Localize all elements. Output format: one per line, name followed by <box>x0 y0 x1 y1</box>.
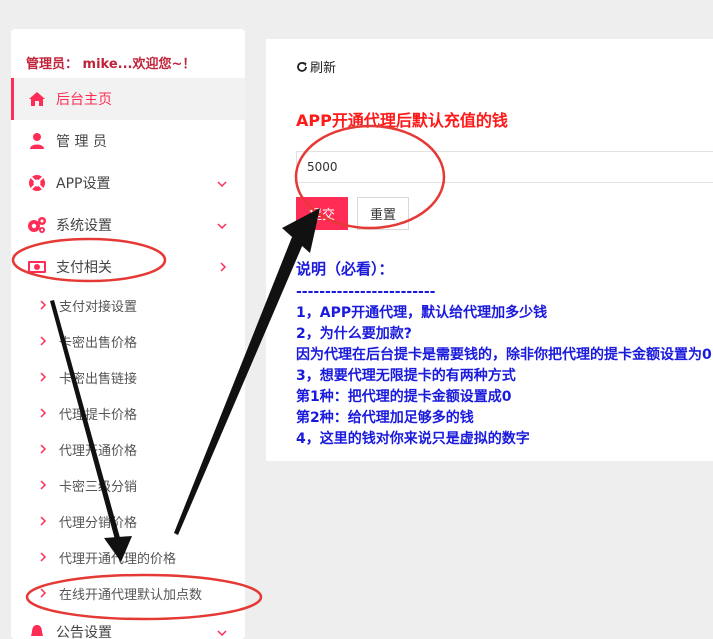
money-icon <box>27 257 47 277</box>
main-panel: 刷新 APP开通代理后默认充值的钱 提交 重置 说明（必看）： --------… <box>266 39 713 461</box>
chevron-right-icon <box>219 260 227 276</box>
sub-item-label: 卡密出售价格 <box>59 335 138 351</box>
sub-item-label: 支付对接设置 <box>59 299 138 315</box>
notes-line: 4，这里的钱对你来说只是虚拟的数字 <box>296 431 530 447</box>
sub-item-agent-open-agent-price[interactable]: 代理开通代理的价格 <box>11 539 245 575</box>
notes-line: 2，为什么要加款? <box>296 326 412 342</box>
lifebuoy-icon <box>27 173 47 193</box>
gears-icon <box>27 215 47 235</box>
chevron-right-icon <box>39 408 49 418</box>
amount-input[interactable] <box>296 151 713 183</box>
chevron-right-icon <box>39 480 49 490</box>
sub-item-payment-config[interactable]: 支付对接设置 <box>11 287 245 323</box>
notes-line: 1，APP开通代理，默认给代理加多少钱 <box>296 305 548 321</box>
sidebar-item-admin[interactable]: 管 理 员 <box>11 120 245 162</box>
sidebar-item-label: 支付相关 <box>56 260 112 276</box>
notes-divider: ------------------------ <box>296 284 436 300</box>
chevron-right-icon <box>39 336 49 346</box>
sub-item-card-price[interactable]: 卡密出售价格 <box>11 323 245 359</box>
sub-item-label: 卡密出售链接 <box>59 371 138 387</box>
sub-item-label: 卡密三级分销 <box>59 479 138 495</box>
sidebar-item-label: 系统设置 <box>56 218 112 234</box>
sidebar-item-label: 管 理 员 <box>56 134 107 150</box>
chevron-right-icon <box>39 516 49 526</box>
notes-line: 第1种：把代理的提卡金额设置成0 <box>296 389 512 405</box>
sub-item-agent-distribution-price[interactable]: 代理分销价格 <box>11 503 245 539</box>
chevron-right-icon <box>39 300 49 310</box>
sidebar-item-payment[interactable]: 支付相关 <box>11 246 245 288</box>
admin-greeting: 管理员： mike...欢迎您~！ <box>26 57 196 72</box>
sub-item-label: 代理开通代理的价格 <box>59 551 177 567</box>
sub-item-label: 代理开通价格 <box>59 443 138 459</box>
chevron-right-icon <box>39 444 49 454</box>
instructions: 说明（必看）： ------------------------ 1，APP开通… <box>296 259 713 450</box>
sub-item-label: 代理提卡价格 <box>59 407 138 423</box>
sub-item-agent-open-price[interactable]: 代理开通价格 <box>11 431 245 467</box>
field-title: APP开通代理后默认充值的钱 <box>296 111 508 130</box>
sidebar: 管理员： mike...欢迎您~！ 后台主页 管 理 员 APP设置 系统设置 <box>11 29 245 639</box>
sidebar-item-announcement[interactable]: 公告设置 <box>11 611 245 639</box>
chevron-right-icon <box>39 372 49 382</box>
refresh-icon <box>297 61 307 72</box>
sidebar-item-label: 后台主页 <box>56 92 112 108</box>
chevron-right-icon <box>39 552 49 562</box>
submit-button[interactable]: 提交 <box>296 197 348 230</box>
sidebar-item-label: APP设置 <box>56 176 111 192</box>
chevron-right-icon <box>39 588 49 598</box>
notes-heading: 说明（必看）： <box>296 260 394 278</box>
notes-line: 第2种：给代理加足够多的钱 <box>296 410 474 426</box>
sidebar-item-system-settings[interactable]: 系统设置 <box>11 204 245 246</box>
refresh-label: 刷新 <box>310 61 337 76</box>
refresh-button[interactable]: 刷新 <box>296 57 336 76</box>
chevron-down-icon <box>217 176 227 192</box>
sub-item-agent-withdraw-price[interactable]: 代理提卡价格 <box>11 395 245 431</box>
sub-item-label: 在线开通代理默认加点数 <box>59 587 203 603</box>
notes-line: 3，想要代理无限提卡的有两种方式 <box>296 368 516 384</box>
chevron-down-icon <box>217 218 227 234</box>
sub-item-card-distribution[interactable]: 卡密三级分销 <box>11 467 245 503</box>
user-icon <box>27 131 47 151</box>
sidebar-item-app-settings[interactable]: APP设置 <box>11 162 245 204</box>
sidebar-item-home[interactable]: 后台主页 <box>11 78 245 120</box>
notes-line: 因为代理在后台提卡是需要钱的，除非你把代理的提卡金额设置为0 <box>296 347 712 363</box>
sub-item-label: 代理分销价格 <box>59 515 138 531</box>
sub-item-card-link[interactable]: 卡密出售链接 <box>11 359 245 395</box>
home-icon <box>27 89 47 109</box>
chevron-down-icon <box>217 625 227 639</box>
reset-button[interactable]: 重置 <box>357 197 409 230</box>
sub-item-online-agent-default-points[interactable]: 在线开通代理默认加点数 <box>11 575 245 611</box>
